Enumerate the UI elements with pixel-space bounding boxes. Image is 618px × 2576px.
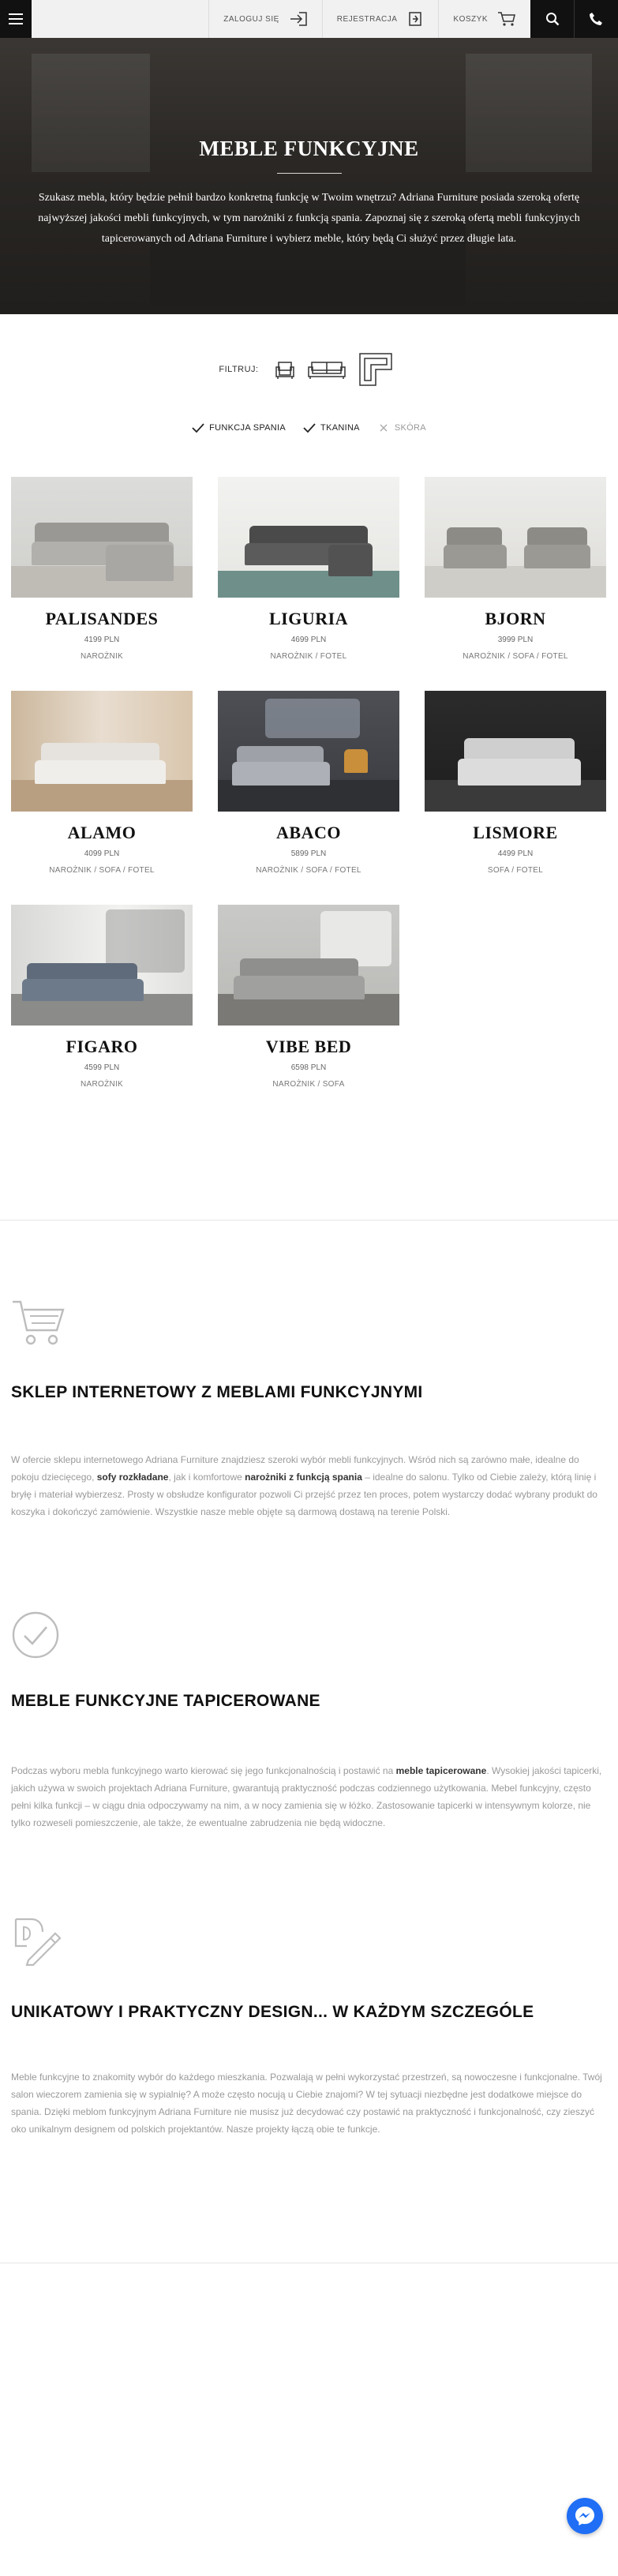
product-card-abaco[interactable]: ABACO 5899 PLN NAROŻNIK / SOFA / FOTEL (218, 691, 399, 875)
product-price: 3999 PLN (497, 636, 534, 644)
cart-icon (13, 1300, 65, 1345)
checkmark-icon (303, 422, 316, 434)
product-name: ALAMO (67, 823, 137, 842)
design-pencil-icon (14, 1918, 62, 1967)
product-price: 6598 PLN (290, 1063, 327, 1072)
product-image (218, 691, 399, 812)
material-filters: FUNKCJA SPANIA TKANINA SKÓRA (0, 418, 618, 437)
filter-corner-sofa[interactable] (357, 351, 395, 388)
section-divider (0, 1220, 618, 1221)
product-image (11, 905, 193, 1026)
cart-link[interactable]: KOSZYK (438, 0, 530, 38)
product-name: BJORN (485, 609, 546, 628)
section-title: UNIKATOWY I PRAKTYCZNY DESIGN... W KAŻDY… (11, 2003, 534, 2021)
product-price: 4499 PLN (497, 849, 534, 858)
filter-sofa[interactable] (306, 358, 347, 381)
title-underline (277, 173, 342, 174)
link-narozniki-z-funkcja-spania[interactable]: narożniki z funkcją spania (245, 1472, 362, 1483)
product-image (218, 477, 399, 598)
register-link[interactable]: REJESTRACJA (321, 0, 439, 38)
check-circle-icon (12, 1611, 59, 1659)
checkmark-icon (192, 422, 204, 434)
phone-icon (590, 13, 602, 25)
section-text: W ofercie sklepu internetowego Adriana F… (11, 1454, 597, 1517)
product-image (425, 691, 606, 812)
tools-bar (530, 0, 618, 38)
section-text: Meble funkcyjne to znakomity wybór do ka… (11, 2072, 602, 2135)
armchair-icon (275, 362, 294, 379)
login-link[interactable]: ZALOGUJ SIĘ (208, 0, 322, 38)
cart-icon (498, 12, 515, 26)
product-image (11, 691, 193, 812)
product-price: 5899 PLN (290, 849, 327, 858)
product-category: NAROŻNIK / SOFA / FOTEL (256, 866, 361, 875)
link-meble-tapicerowane[interactable]: meble tapicerowane (396, 1765, 487, 1776)
login-icon (290, 12, 307, 26)
filter-bar: FILTRUJ: (0, 347, 618, 392)
product-price: 4199 PLN (84, 636, 120, 644)
link-sofy-rozkladane[interactable]: sofy rozkładane (97, 1472, 169, 1483)
product-category: SOFA / FOTEL (487, 866, 544, 875)
product-category: NAROŻNIK (80, 652, 124, 661)
filter-check-label: TKANINA (320, 423, 360, 433)
product-card-vibe-bed[interactable]: VIBE BED 6598 PLN NAROŻNIK / SOFA (218, 905, 399, 1089)
page-title: MEBLE FUNKCYJNE (199, 137, 419, 160)
hero-description: Szukasz mebla, który będzie pełnił bardz… (38, 192, 580, 245)
product-price: 4099 PLN (84, 849, 120, 858)
phone-button[interactable] (574, 0, 617, 38)
product-category: NAROŻNIK / FOTEL (270, 652, 347, 661)
search-icon (545, 13, 559, 26)
cross-icon (377, 422, 390, 434)
product-image (11, 477, 193, 598)
cart-label: KOSZYK (453, 14, 488, 24)
account-bar: ZALOGUJ SIĘ REJESTRACJA KOSZYK (32, 0, 530, 38)
filter-check-label: FUNKCJA SPANIA (209, 423, 287, 433)
section-title: MEBLE FUNKCYJNE TAPICEROWANE (11, 1692, 320, 1710)
register-label: REJESTRACJA (336, 14, 398, 24)
product-image (218, 905, 399, 1026)
filter-label: FILTRUJ: (219, 365, 259, 374)
product-category: NAROŻNIK (80, 1080, 124, 1089)
product-price: 4599 PLN (84, 1063, 120, 1072)
register-icon (409, 12, 422, 26)
product-price: 4699 PLN (290, 636, 327, 644)
product-name: LIGURIA (268, 609, 349, 628)
search-button[interactable] (530, 0, 574, 38)
product-image (425, 477, 606, 598)
messenger-icon (575, 2507, 594, 2525)
product-category: NAROŻNIK / SOFA (272, 1080, 345, 1089)
section-title: SKLEP INTERNETOWY Z MEBLAMI FUNKCYJNYMI (11, 1383, 423, 1401)
filter-check-fabric[interactable]: TKANINA (303, 422, 360, 434)
menu-icon (9, 13, 23, 24)
sofa-icon (307, 362, 346, 379)
filter-armchair[interactable] (273, 358, 297, 381)
filter-check-sleep-function[interactable]: FUNKCJA SPANIA (192, 422, 286, 434)
filter-check-label: SKÓRA (394, 423, 426, 433)
product-card-figaro[interactable]: FIGARO 4599 PLN NAROŻNIK (11, 905, 193, 1089)
login-label: ZALOGUJ SIĘ (223, 14, 279, 24)
product-card-liguria[interactable]: LIGURIA 4699 PLN NAROŻNIK / FOTEL (218, 477, 399, 661)
hero-overlay (0, 38, 618, 314)
product-name: LISMORE (473, 823, 558, 842)
product-name: PALISANDES (45, 609, 159, 628)
filter-check-leather[interactable]: SKÓRA (377, 422, 426, 434)
corner-sofa-icon (358, 353, 392, 386)
product-card-lismore[interactable]: LISMORE 4499 PLN SOFA / FOTEL (425, 691, 606, 875)
section-text: Podczas wyboru mebla funkcyjnego warto k… (11, 1765, 602, 1828)
hero-banner: MEBLE FUNKCYJNE Szukasz mebla, który będ… (0, 38, 618, 314)
product-card-bjorn[interactable]: BJORN 3999 PLN NAROŻNIK / SOFA / FOTEL (425, 477, 606, 661)
product-name: VIBE BED (265, 1037, 352, 1056)
product-card-palisandes[interactable]: PALISANDES 4199 PLN NAROŻNIK (11, 477, 193, 661)
product-category: NAROŻNIK / SOFA / FOTEL (49, 866, 155, 875)
product-name: FIGARO (66, 1037, 138, 1056)
top-bar: ZALOGUJ SIĘ REJESTRACJA KOSZYK (0, 0, 618, 38)
menu-button[interactable] (0, 0, 32, 38)
product-category: NAROŻNIK / SOFA / FOTEL (463, 652, 568, 661)
messenger-button[interactable] (567, 2498, 603, 2534)
product-name: ABACO (276, 823, 341, 842)
product-card-alamo[interactable]: ALAMO 4099 PLN NAROŻNIK / SOFA / FOTEL (11, 691, 193, 875)
